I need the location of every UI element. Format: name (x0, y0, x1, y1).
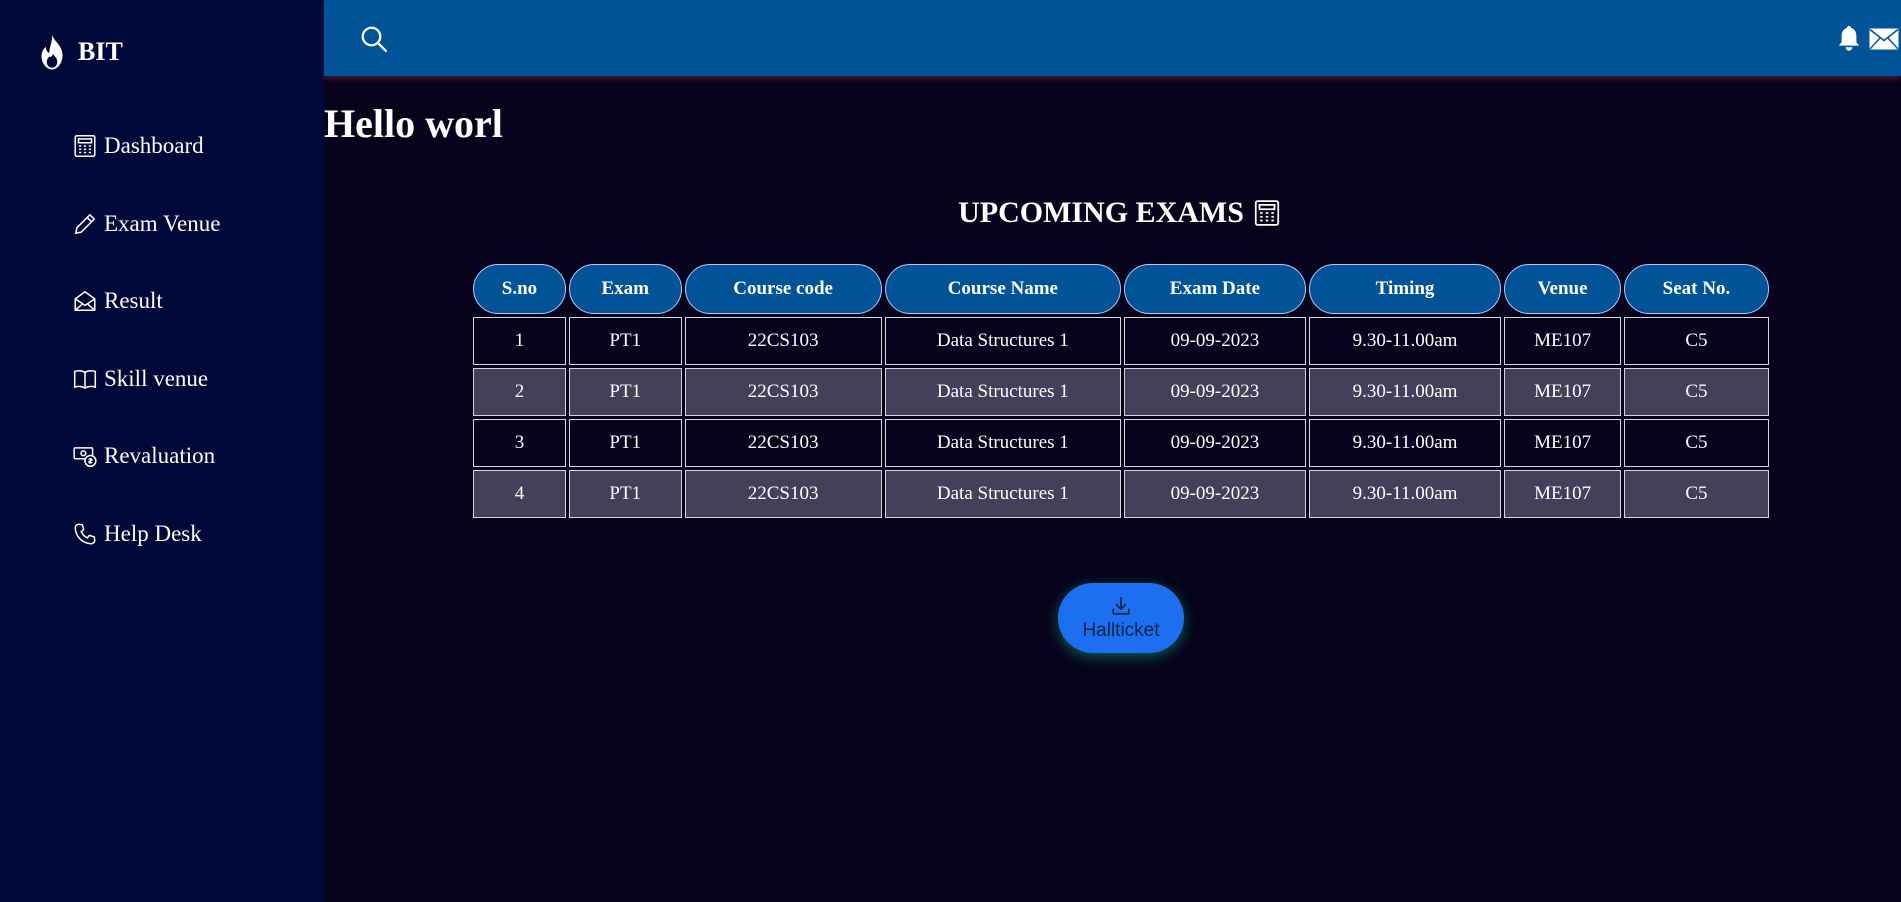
sidebar-item-exam-venue[interactable]: Exam Venue (72, 206, 220, 242)
sidebar-nav: Dashboard Exam Venue Result Skill venue (72, 128, 220, 593)
calculator-icon (1254, 200, 1280, 226)
column-header[interactable]: Course code (684, 264, 882, 314)
table-cell: 9.30-11.00am (1308, 368, 1502, 416)
table-cell: C5 (1623, 368, 1769, 416)
table-cell: C5 (1623, 317, 1769, 365)
upcoming-exams-title: UPCOMING EXAMS (900, 196, 1340, 230)
column-header[interactable]: Seat No. (1623, 264, 1769, 314)
brand-name: BIT (78, 37, 123, 66)
table-row: 4 PT1 22CS103 Data Structures 1 09-09-20… (473, 470, 1769, 518)
sidebar-item-label: Dashboard (104, 133, 204, 158)
table-cell: Data Structures 1 (884, 317, 1122, 365)
sidebar-item-result[interactable]: Result (72, 283, 220, 319)
table-row: 2 PT1 22CS103 Data Structures 1 09-09-20… (473, 368, 1769, 416)
section-title-text: UPCOMING EXAMS (958, 196, 1244, 229)
table-cell: 1 (473, 317, 566, 365)
greeting-heading: Hello worl (324, 101, 503, 146)
sidebar-item-revaluation[interactable]: Revaluation (72, 438, 220, 474)
sidebar-item-label: Help Desk (104, 520, 202, 546)
table-cell: PT1 (568, 317, 682, 365)
pencil-icon (74, 213, 96, 234)
table-cell: 9.30-11.00am (1308, 419, 1502, 467)
table-cell: ME107 (1504, 368, 1621, 416)
top-bar (324, 0, 1901, 76)
download-icon (1112, 596, 1130, 615)
table-cell: 4 (473, 470, 566, 518)
table-cell: 09-09-2023 (1124, 419, 1306, 467)
sidebar-item-dashboard[interactable]: Dashboard (72, 128, 220, 164)
cash-coin-icon (73, 447, 97, 468)
table-cell: Data Structures 1 (884, 368, 1122, 416)
table-cell: 22CS103 (684, 470, 882, 518)
table-cell: 22CS103 (684, 317, 882, 365)
calculator-icon (74, 134, 96, 158)
phone-icon (74, 522, 96, 545)
hallticket-label: Hallticket (1082, 619, 1160, 641)
table-cell: C5 (1623, 470, 1769, 518)
table-cell: 22CS103 (684, 419, 882, 467)
table-row: 3 PT1 22CS103 Data Structures 1 09-09-20… (473, 419, 1769, 467)
sidebar: BIT Dashboard Exam Venue Result Skill ve… (0, 0, 324, 902)
sidebar-item-label: Exam Venue (104, 210, 221, 236)
table-cell: 9.30-11.00am (1308, 317, 1502, 365)
table-cell: ME107 (1504, 470, 1621, 518)
column-header[interactable]: S.no (473, 264, 566, 314)
table-cell: ME107 (1504, 317, 1621, 365)
table-header-row: S.no Exam Course code Course Name Exam D… (473, 264, 1769, 314)
column-header[interactable]: Timing (1308, 264, 1502, 314)
hallticket-download-button[interactable]: Hallticket (1058, 583, 1184, 653)
brand[interactable]: BIT (38, 34, 123, 70)
column-header[interactable]: Exam (568, 264, 682, 314)
envelope-open-icon (74, 290, 96, 311)
table-cell: 3 (473, 419, 566, 467)
table-cell: 22CS103 (684, 368, 882, 416)
upcoming-exams-table: S.no Exam Course code Course Name Exam D… (470, 261, 1772, 521)
table-cell: 2 (473, 368, 566, 416)
table-cell: 9.30-11.00am (1308, 470, 1502, 518)
table-cell: 09-09-2023 (1124, 368, 1306, 416)
sidebar-item-help-desk[interactable]: Help Desk (72, 516, 220, 552)
sidebar-item-skill-venue[interactable]: Skill venue (72, 361, 220, 397)
table-cell: 09-09-2023 (1124, 317, 1306, 365)
column-header[interactable]: Exam Date (1124, 264, 1306, 314)
table-cell: Data Structures 1 (884, 470, 1122, 518)
column-header[interactable]: Venue (1504, 264, 1621, 314)
table-cell: C5 (1623, 419, 1769, 467)
table-cell: Data Structures 1 (884, 419, 1122, 467)
table-cell: PT1 (568, 470, 682, 518)
sidebar-item-label: Revaluation (104, 443, 216, 468)
flame-icon (41, 34, 63, 70)
table-cell: PT1 (568, 368, 682, 416)
table-cell: 09-09-2023 (1124, 470, 1306, 518)
envelope-icon[interactable] (1869, 28, 1899, 50)
sidebar-item-label: Skill venue (104, 365, 209, 391)
table-cell: ME107 (1504, 419, 1621, 467)
table-row: 1 PT1 22CS103 Data Structures 1 09-09-20… (473, 317, 1769, 365)
bell-icon[interactable] (1836, 24, 1862, 52)
sidebar-item-label: Result (104, 288, 163, 313)
search-icon[interactable] (359, 24, 389, 54)
table-cell: PT1 (568, 419, 682, 467)
book-icon (73, 369, 97, 389)
column-header[interactable]: Course Name (884, 264, 1122, 314)
